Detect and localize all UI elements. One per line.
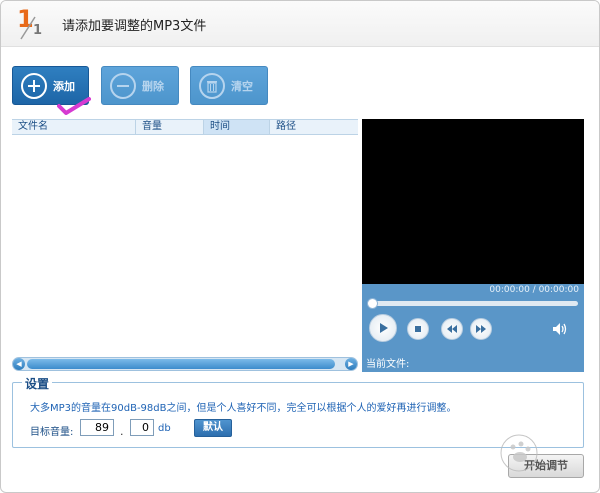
column-header-volume[interactable]: 音量 [136, 120, 204, 134]
plus-icon [21, 72, 47, 99]
trash-icon [199, 72, 225, 99]
fast-forward-icon [476, 325, 486, 333]
player-time: 00:00:00 / 00:00:00 [489, 285, 579, 295]
step-total-number: 1 [33, 23, 43, 38]
volume-icon[interactable] [553, 323, 567, 335]
rewind-icon [447, 325, 457, 333]
play-button[interactable] [369, 314, 397, 342]
stop-button[interactable] [407, 318, 429, 340]
page-title: 请添加要调整的MP3文件 [62, 19, 207, 34]
next-button[interactable] [470, 318, 492, 340]
target-volume-decimal-input[interactable]: 0 [130, 419, 154, 436]
file-list-header: 文件名 音量 时间 路径 [12, 119, 358, 135]
play-icon [380, 323, 388, 333]
horizontal-scrollbar[interactable]: ◀ ▶ [12, 357, 358, 371]
target-volume-label: 目标音量: [30, 427, 74, 438]
add-button-label: 添加 [53, 79, 75, 93]
checkmark-icon [57, 97, 91, 115]
seek-knob[interactable] [367, 298, 378, 309]
previous-button[interactable] [441, 318, 463, 340]
minus-icon [110, 72, 136, 99]
column-header-path[interactable]: 路径 [270, 120, 358, 134]
delete-button-label: 删除 [142, 79, 164, 93]
default-button[interactable]: 默认 [194, 419, 232, 437]
volume-unit-label: db [158, 423, 171, 434]
column-header-filename[interactable]: 文件名 [12, 120, 136, 134]
settings-legend: 设置 [22, 375, 53, 392]
step-header: 1 1 请添加要调整的MP3文件 [1, 1, 599, 47]
clear-button[interactable]: 清空 [190, 66, 268, 105]
column-header-time[interactable]: 时间 [204, 120, 270, 134]
file-list[interactable]: 文件名 音量 时间 路径 [12, 119, 358, 372]
watermark-logo [500, 434, 538, 472]
stop-icon [415, 326, 421, 332]
target-volume-integer-input[interactable]: 89 [80, 419, 114, 436]
decimal-separator: . [120, 425, 124, 438]
scrollbar-thumb[interactable] [27, 359, 335, 369]
step-indicator: 1 1 [13, 5, 53, 45]
app-window: 1 1 请添加要调整的MP3文件 添加 删除 清空 文件名 音量 时间 路径 ◀… [0, 0, 600, 493]
current-file-label: 当前文件: [366, 359, 410, 370]
clear-button-label: 清空 [231, 79, 253, 93]
settings-description: 大多MP3的音量在90dB-98dB之间，但是个人喜好不同，完全可以根据个人的爱… [30, 403, 457, 414]
scroll-left-icon[interactable]: ◀ [13, 358, 25, 370]
scroll-right-icon[interactable]: ▶ [345, 358, 357, 370]
video-screen [362, 119, 584, 284]
media-player: 00:00:00 / 00:00:00 当前文件: [362, 119, 584, 372]
seek-bar[interactable] [371, 301, 578, 306]
delete-button[interactable]: 删除 [101, 66, 179, 105]
